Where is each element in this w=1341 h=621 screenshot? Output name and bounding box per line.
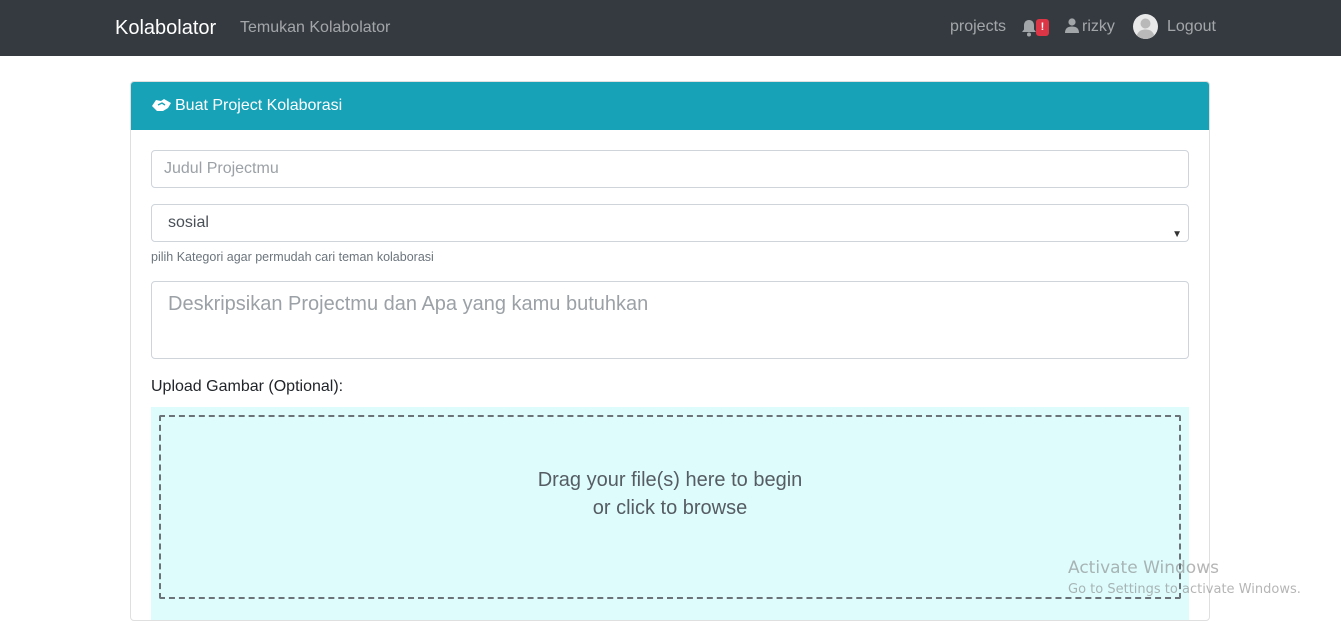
notifications-button[interactable]: ! xyxy=(1021,17,1051,39)
upload-dropzone[interactable]: Drag your file(s) here to begin or click… xyxy=(159,415,1181,599)
notification-badge: ! xyxy=(1036,19,1049,36)
create-project-card: Buat Project Kolaborasi sosial ▼ pilih K… xyxy=(130,81,1210,621)
chevron-down-icon: ▼ xyxy=(1172,229,1182,240)
dropzone-browse-text[interactable]: or click to browse xyxy=(161,496,1179,520)
bell-icon xyxy=(1022,20,1036,37)
windows-activation-watermark: Activate Windows Go to Settings to activ… xyxy=(1068,557,1301,599)
nav-user-link[interactable]: rizky xyxy=(1065,17,1115,37)
upload-dropzone-area[interactable]: Drag your file(s) here to begin or click… xyxy=(151,407,1189,620)
navbar: Kolabolator Temukan Kolabolator projects… xyxy=(0,0,1341,56)
watermark-title: Activate Windows xyxy=(1068,558,1219,578)
watermark-subtitle: Go to Settings to activate Windows. xyxy=(1068,582,1301,597)
category-selected-value: sosial xyxy=(168,214,209,231)
upload-label: Upload Gambar (Optional): xyxy=(151,378,344,395)
project-description-textarea[interactable] xyxy=(151,281,1189,359)
card-header: Buat Project Kolaborasi xyxy=(131,82,1209,130)
user-icon xyxy=(1065,18,1079,33)
dropzone-instruction: Drag your file(s) here to begin xyxy=(537,469,803,491)
brand-link[interactable]: Kolabolator xyxy=(115,16,216,40)
handshake-icon xyxy=(152,99,171,111)
avatar-icon xyxy=(1136,18,1155,39)
username: rizky xyxy=(1082,18,1115,35)
category-select[interactable]: sosial ▼ xyxy=(151,204,1189,242)
nav-link-projects[interactable]: projects xyxy=(950,17,1006,37)
nav-link-find-collaborator[interactable]: Temukan Kolabolator xyxy=(240,18,390,38)
project-title-input[interactable] xyxy=(151,150,1189,188)
card-title: Buat Project Kolaborasi xyxy=(151,96,342,116)
card-title-text: Buat Project Kolaborasi xyxy=(175,97,343,114)
avatar[interactable] xyxy=(1133,14,1158,39)
category-help-text: pilih Kategori agar permudah cari teman … xyxy=(151,250,434,264)
logout-link[interactable]: Logout xyxy=(1167,17,1216,37)
